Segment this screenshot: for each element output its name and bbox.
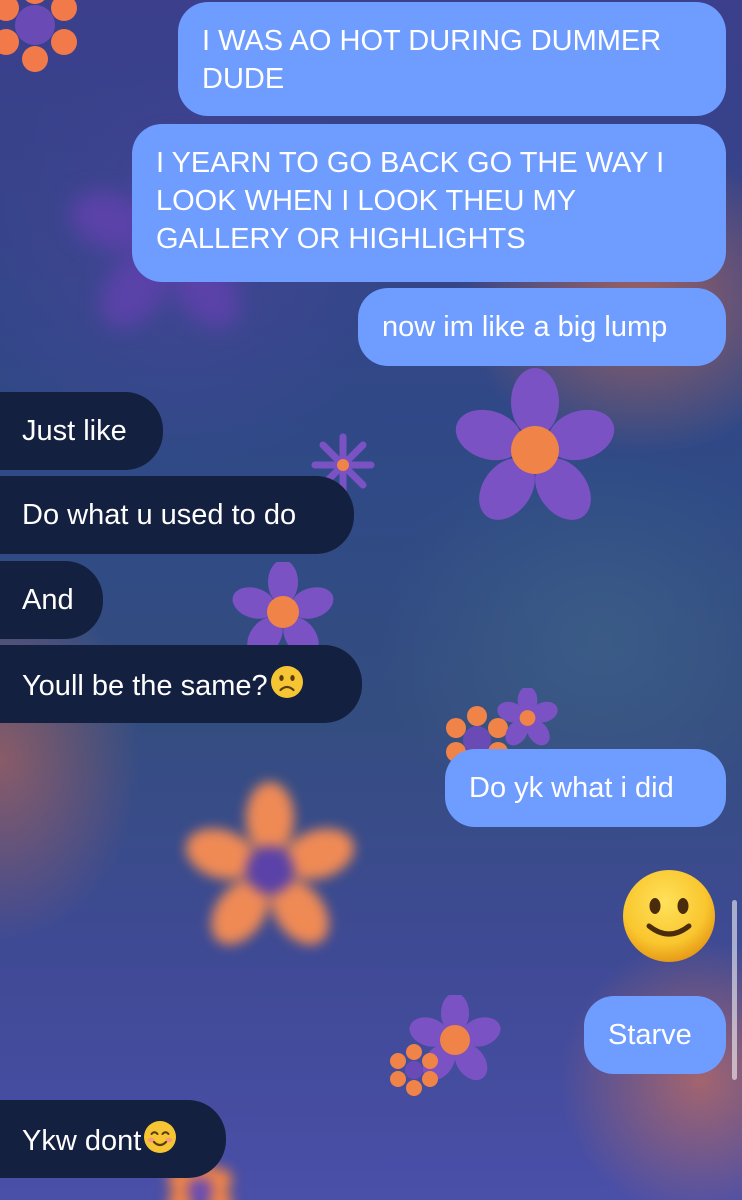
flower-icon — [185, 782, 355, 945]
message-bubble-outgoing[interactable]: I YEARN TO GO BACK GO THE WAY I LOOK WHE… — [132, 124, 726, 282]
message-bubble-outgoing[interactable]: now im like a big lump — [358, 288, 726, 366]
message-text: I YEARN TO GO BACK GO THE WAY I LOOK WHE… — [156, 147, 665, 255]
message-text: Youll be the same? — [22, 670, 268, 702]
message-text: I WAS AO HOT DURING DUMMER DUDE — [202, 25, 662, 95]
message-text: Starve — [608, 1019, 692, 1051]
message-bubble-incoming[interactable]: Youll be the same? — [0, 645, 362, 723]
smiling-face-with-smiling-eyes-icon — [144, 1121, 177, 1153]
message-text: Do yk what i did — [469, 772, 674, 804]
slightly-frowning-face-icon — [270, 666, 303, 698]
message-text: Ykw dont — [22, 1125, 142, 1157]
flower-icon — [0, 0, 77, 72]
message-bubble-incoming[interactable]: And — [0, 561, 103, 639]
message-text: now im like a big lump — [382, 311, 668, 343]
flower-icon — [390, 1044, 438, 1096]
message-bubble-outgoing[interactable]: I WAS AO HOT DURING DUMMER DUDE — [178, 2, 726, 116]
message-bubble-outgoing[interactable]: Do yk what i did — [445, 749, 726, 827]
message-text: And — [22, 584, 74, 616]
message-text: Just like — [22, 415, 127, 447]
message-text: Do what u used to do — [22, 499, 297, 531]
scrollbar[interactable] — [732, 900, 737, 1080]
flower-icon — [455, 368, 615, 520]
message-bubble-incoming[interactable]: Ykw dont — [0, 1100, 226, 1178]
message-bubble-incoming[interactable]: Just like — [0, 392, 163, 470]
slightly-smiling-face-icon[interactable] — [621, 868, 717, 964]
message-bubble-outgoing[interactable]: Starve — [584, 996, 726, 1074]
flower-icon — [497, 688, 558, 746]
message-bubble-incoming[interactable]: Do what u used to do — [0, 476, 354, 554]
